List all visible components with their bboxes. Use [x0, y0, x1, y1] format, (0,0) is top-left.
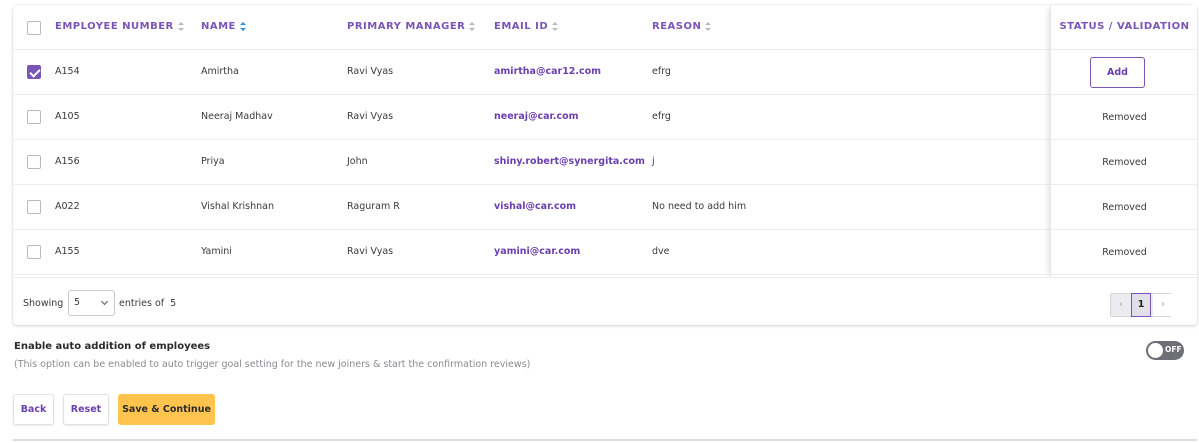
table-row: A155 Yamini Ravi Vyas yamini@car.com dve	[13, 230, 1049, 275]
sort-icon[interactable]	[705, 22, 712, 31]
table-footer: Showing 5 entries of 5 ‹ 1 ›	[13, 277, 1197, 325]
reset-button[interactable]: Reset	[63, 394, 109, 425]
pagination: ‹ 1 ›	[1110, 293, 1173, 317]
showing-label: Showing	[23, 298, 64, 309]
status-row: Removed	[1051, 185, 1198, 230]
sort-icon[interactable]	[469, 22, 476, 31]
sort-ascending-icon[interactable]	[239, 22, 246, 31]
name-cell: Yamini	[201, 246, 232, 257]
col-primary-manager[interactable]: PRIMARY MANAGER	[347, 21, 476, 32]
primary-manager-cell: Ravi Vyas	[347, 66, 394, 77]
reason-cell: No need to add him	[652, 201, 747, 212]
status-row: Removed	[1051, 95, 1198, 140]
auto-addition-title: Enable auto addition of employees	[14, 341, 211, 352]
status-header: STATUS / VALIDATION	[1051, 5, 1198, 50]
col-reason-label: REASON	[652, 21, 702, 32]
primary-manager-cell: Raguram R	[347, 201, 400, 212]
status-validation-column: STATUS / VALIDATION Add Removed Removed Rem…	[1050, 5, 1198, 277]
employee-number-cell: A022	[55, 201, 80, 212]
save-continue-button[interactable]: Save & Continue	[118, 394, 215, 425]
employee-table-card: EMPLOYEE NUMBER NAME PRIMARY MANAGER EMA…	[13, 5, 1198, 325]
entries-info: entries of 5	[119, 298, 176, 309]
reason-cell: j	[652, 156, 655, 167]
select-all-checkbox[interactable]	[27, 21, 41, 35]
status-row: Add	[1051, 50, 1198, 95]
employee-number-cell: A155	[55, 246, 80, 257]
chevron-down-icon	[100, 297, 109, 306]
toggle-knob	[1148, 343, 1163, 358]
page-size-value: 5	[74, 297, 81, 308]
col-email-id-label: EMAIL ID	[494, 21, 549, 32]
col-name[interactable]: NAME	[201, 21, 246, 32]
table-row: A156 Priya John shiny.robert@synergita.com j	[13, 140, 1049, 185]
table-row: A154 Amirtha Ravi Vyas amirtha@car12.com efr…	[13, 50, 1049, 95]
col-reason[interactable]: REASON	[652, 21, 712, 32]
next-page-button[interactable]: ›	[1153, 294, 1173, 316]
reason-cell: dve	[652, 246, 670, 257]
entries-label: entries of	[119, 298, 165, 309]
email-link[interactable]: neeraj@car.com	[494, 111, 579, 122]
page-size-select[interactable]: 5	[68, 290, 115, 316]
email-link[interactable]: yamini@car.com	[494, 246, 580, 257]
row-checkbox[interactable]	[27, 155, 41, 169]
name-cell: Neeraj Madhav	[201, 111, 273, 122]
email-link[interactable]: amirtha@car12.com	[494, 66, 601, 77]
auto-addition-toggle[interactable]: OFF	[1146, 341, 1184, 360]
col-status-validation: STATUS / VALIDATION	[1059, 21, 1190, 32]
name-cell: Amirtha	[201, 66, 239, 77]
toggle-state-label: OFF	[1165, 345, 1182, 354]
status-row: Removed	[1051, 230, 1198, 275]
back-button[interactable]: Back	[13, 394, 54, 425]
employee-table: EMPLOYEE NUMBER NAME PRIMARY MANAGER EMA…	[13, 5, 1049, 275]
table-row: A105 Neeraj Madhav Ravi Vyas neeraj@car.com…	[13, 95, 1049, 140]
email-link[interactable]: vishal@car.com	[494, 201, 576, 212]
primary-manager-cell: Ravi Vyas	[347, 111, 394, 122]
reason-cell: efrg	[652, 111, 671, 122]
status-text: Removed	[1102, 157, 1147, 168]
row-checkbox[interactable]	[27, 200, 41, 214]
divider	[13, 439, 1197, 441]
entries-total: 5	[170, 298, 177, 309]
table-row: A022 Vishal Krishnan Raguram R vishal@car.c…	[13, 185, 1049, 230]
table-header-row: EMPLOYEE NUMBER NAME PRIMARY MANAGER EMA…	[13, 5, 1049, 50]
row-checkbox[interactable]	[27, 65, 41, 79]
row-checkbox[interactable]	[27, 110, 41, 124]
sort-icon[interactable]	[552, 22, 559, 31]
employee-number-cell: A154	[55, 66, 80, 77]
col-employee-number[interactable]: EMPLOYEE NUMBER	[55, 21, 184, 32]
row-checkbox[interactable]	[27, 245, 41, 259]
status-row: Removed	[1051, 140, 1198, 185]
reason-cell: efrg	[652, 66, 671, 77]
prev-page-button[interactable]: ‹	[1111, 294, 1131, 316]
col-email-id[interactable]: EMAIL ID	[494, 21, 559, 32]
primary-manager-cell: Ravi Vyas	[347, 246, 394, 257]
employee-number-cell: A105	[55, 111, 80, 122]
col-employee-number-label: EMPLOYEE NUMBER	[55, 21, 174, 32]
sort-icon[interactable]	[177, 22, 184, 31]
status-text: Removed	[1102, 112, 1147, 123]
primary-manager-cell: John	[347, 156, 368, 167]
col-name-label: NAME	[201, 21, 236, 32]
add-button[interactable]: Add	[1090, 57, 1145, 88]
col-primary-manager-label: PRIMARY MANAGER	[347, 21, 466, 32]
name-cell: Vishal Krishnan	[201, 201, 274, 212]
page-1-button[interactable]: 1	[1131, 293, 1151, 317]
email-link[interactable]: shiny.robert@synergita.com	[494, 156, 645, 167]
auto-addition-description: (This option can be enabled to auto trig…	[14, 359, 531, 370]
employee-number-cell: A156	[55, 156, 80, 167]
name-cell: Priya	[201, 156, 225, 167]
status-text: Removed	[1102, 202, 1147, 213]
status-text: Removed	[1102, 247, 1147, 258]
